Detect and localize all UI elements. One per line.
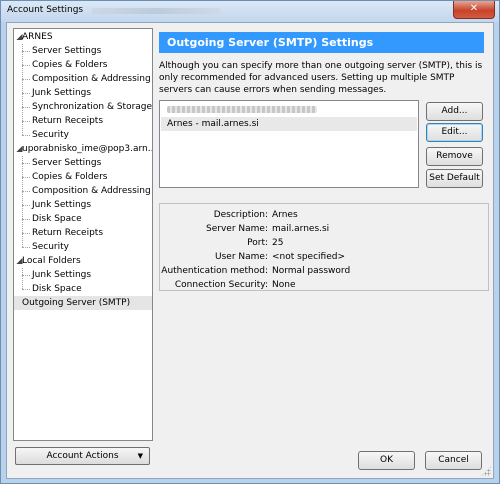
detail-row: Server Name: mail.arnes.si (160, 222, 488, 236)
tree-connector (22, 93, 30, 94)
tree-item-label: Security (32, 130, 69, 140)
tree-item-label: Copies & Folders (32, 172, 108, 182)
tree-item-composition-addressing[interactable]: Composition & Addressing (32, 184, 151, 198)
detail-row: Description: Arnes (160, 208, 488, 222)
tree-item-synchronization-storage[interactable]: Synchronization & Storage (32, 100, 152, 114)
tree-item-copies-folders[interactable]: Copies & Folders (32, 170, 107, 184)
tree-item-copies-folders[interactable]: Copies & Folders (32, 58, 107, 72)
ok-button[interactable]: OK (358, 451, 415, 470)
tree-connector (22, 247, 30, 248)
tree-item-label: Outgoing Server (SMTP) (22, 298, 131, 308)
edit-button[interactable]: Edit... (426, 123, 483, 142)
tree-item-composition-addressing[interactable]: Composition & Addressing (32, 72, 151, 86)
tree-connector (22, 233, 30, 234)
cancel-button[interactable]: Cancel (425, 451, 482, 470)
tree-connector (22, 135, 30, 136)
tree-item-junk-settings[interactable]: Junk Settings (32, 268, 91, 282)
tree-item-junk-settings[interactable]: Junk Settings (32, 86, 91, 100)
account-actions-button[interactable]: Account Actions ▼ (15, 447, 150, 465)
add-button[interactable]: Add... (426, 102, 483, 121)
close-icon[interactable]: ✕ (453, 1, 495, 19)
detail-value: 25 (272, 238, 284, 248)
tree-item-label: Disk Space (32, 214, 82, 224)
chevron-down-icon: ▼ (137, 452, 143, 460)
tree-item-server-settings[interactable]: Server Settings (32, 156, 101, 170)
smtp-server-row[interactable]: Arnes - mail.arnes.si (161, 117, 417, 131)
smtp-server-row-blurred[interactable] (161, 103, 417, 117)
tree-connector (22, 191, 30, 192)
tree-connector (22, 51, 30, 52)
tree-connector (22, 44, 23, 135)
detail-label: Connection Security: (174, 280, 268, 290)
account-settings-window: Account Settings ✕ ◢ ARNES Server Settings… (0, 0, 500, 484)
tree-item-return-receipts[interactable]: Return Receipts (32, 226, 103, 240)
tree-connector (22, 289, 30, 290)
detail-row: Connection Security: None (160, 278, 488, 292)
detail-value: mail.arnes.si (272, 224, 330, 234)
tree-item-outgoing-server[interactable]: Outgoing Server (SMTP) (14, 296, 152, 310)
tree-connector (22, 121, 30, 122)
blurred-title-text (91, 8, 221, 14)
tree-connector (22, 177, 30, 178)
tree-item-label: Security (32, 242, 69, 252)
tree-connector (22, 79, 30, 80)
detail-value: None (272, 280, 296, 290)
detail-row: Port: 25 (160, 236, 488, 250)
tree-item-security[interactable]: Security (32, 240, 69, 254)
smtp-description: Although you can specify more than one o… (159, 61, 483, 95)
detail-value: Normal password (272, 266, 351, 276)
detail-value: <not specified> (272, 252, 345, 262)
tree-item-return-receipts[interactable]: Return Receipts (32, 114, 103, 128)
window-title: Account Settings (7, 5, 84, 15)
resize-grip-icon[interactable] (481, 466, 491, 476)
tree-item-disk-space[interactable]: Disk Space (32, 212, 82, 226)
tree-item-label: Junk Settings (32, 270, 92, 280)
tree-account-label: ARNES (22, 32, 53, 42)
detail-label: Authentication method: (161, 266, 268, 276)
tree-connector (22, 205, 30, 206)
tree-item-label: Junk Settings (32, 88, 92, 98)
tree-connector (22, 65, 30, 66)
page-title: Outgoing Server (SMTP) Settings (159, 32, 484, 53)
account-tree[interactable]: ◢ ARNES Server Settings Copies & Folders Com… (13, 28, 153, 441)
tree-item-disk-space[interactable]: Disk Space (32, 282, 82, 296)
tree-account-label: uporabnisko_ime@pop3.arn... (22, 144, 153, 154)
tree-connector (22, 275, 30, 276)
blurred-server-name (167, 106, 317, 113)
detail-label: Port: (247, 238, 268, 248)
tree-item-server-settings[interactable]: Server Settings (32, 44, 101, 58)
tree-connector (22, 107, 30, 108)
server-details-panel: Description: Arnes Server Name: mail.arnes.… (159, 203, 489, 291)
tree-item-junk-settings[interactable]: Junk Settings (32, 198, 91, 212)
detail-label: Description: (213, 210, 268, 220)
smtp-server-list[interactable]: Arnes - mail.arnes.si (159, 100, 419, 188)
tree-item-label: Junk Settings (32, 200, 92, 210)
tree-connector (22, 219, 30, 220)
detail-row: Authentication method: Normal password (160, 264, 488, 278)
tree-item-security[interactable]: Security (32, 128, 69, 142)
tree-item-label: Server Settings (32, 158, 102, 168)
tree-item-label: Disk Space (32, 284, 82, 294)
tree-item-label: Server Settings (32, 46, 102, 56)
tree-connector (22, 156, 23, 247)
tree-item-label: Copies & Folders (32, 60, 108, 70)
tree-connector (22, 268, 23, 289)
tree-item-label: Return Receipts (32, 116, 104, 126)
tree-item-label: Return Receipts (32, 228, 104, 238)
remove-button[interactable]: Remove (426, 147, 483, 166)
tree-item-label: Composition & Addressing (32, 186, 151, 196)
set-default-button[interactable]: Set Default (426, 169, 483, 188)
tree-item-label: Composition & Addressing (32, 74, 151, 84)
tree-item-label: Synchronization & Storage (32, 102, 153, 112)
dialog-body: ◢ ARNES Server Settings Copies & Folders Com… (6, 22, 494, 479)
tree-account-label: Local Folders (22, 256, 81, 266)
detail-label: Server Name: (206, 224, 268, 234)
detail-label: User Name: (215, 252, 268, 262)
detail-row: User Name: <not specified> (160, 250, 488, 264)
tree-connector (22, 163, 30, 164)
detail-value: Arnes (272, 210, 298, 220)
account-actions-label: Account Actions (46, 451, 119, 461)
title-bar[interactable]: Account Settings ✕ (1, 1, 499, 22)
